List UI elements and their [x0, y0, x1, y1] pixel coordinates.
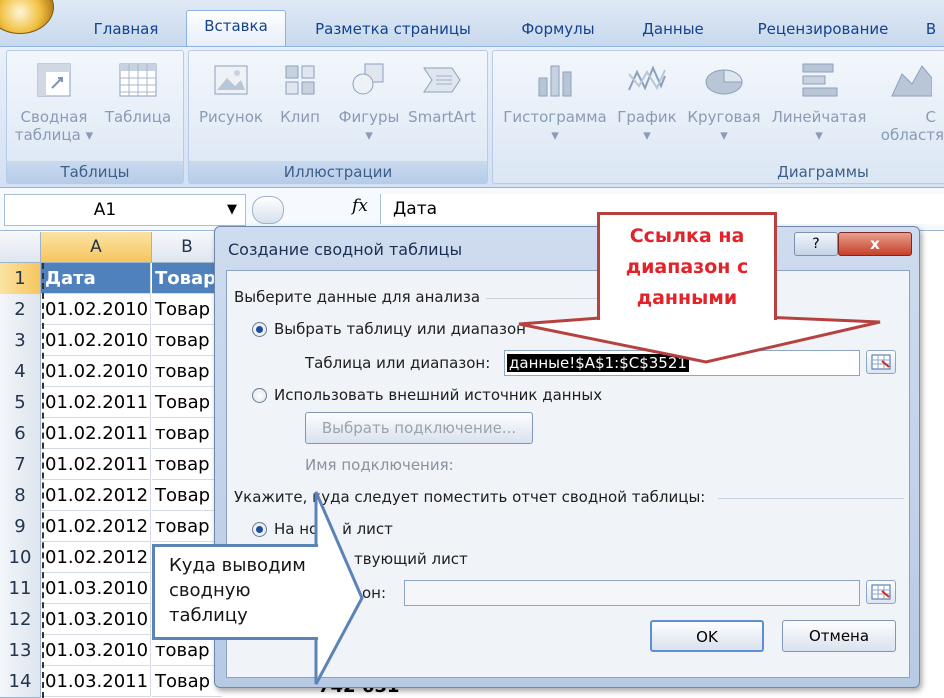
red-callout: Ссылка на диапазон с данными — [597, 212, 777, 320]
red-callout-arrow — [518, 314, 881, 364]
blue-callout: Куда выводим сводную таблицу — [152, 544, 318, 640]
callout-arrows — [314, 314, 881, 685]
blue-callout-arrow — [314, 491, 364, 685]
red-callout-line-1: Ссылка на — [629, 225, 745, 247]
red-callout-line-2: диапазон с — [625, 256, 749, 278]
blue-callout-line-2: сводную — [169, 580, 251, 601]
blue-callout-line-1: Куда выводим — [169, 555, 306, 576]
red-callout-line-3: данными — [636, 287, 738, 309]
blue-callout-line-3: таблицу — [169, 605, 248, 626]
